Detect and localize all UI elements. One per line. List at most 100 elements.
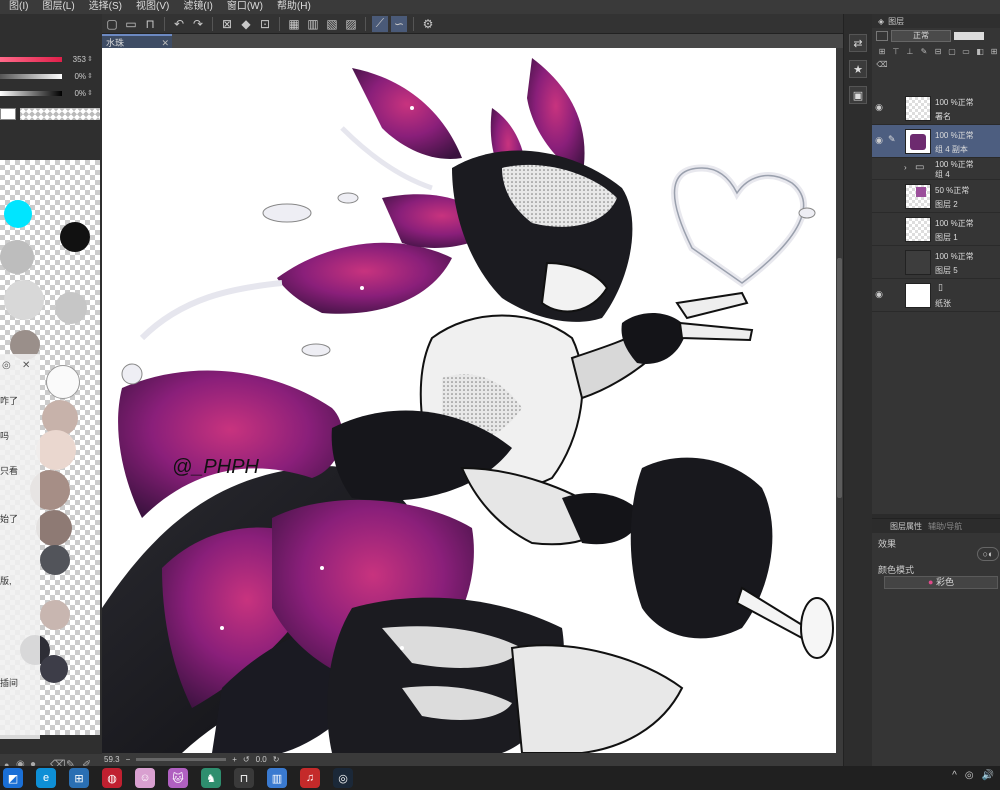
menu-view[interactable]: 视图(V) xyxy=(129,0,176,14)
spinner-icon[interactable]: ⇕ xyxy=(86,89,94,97)
color-blob-lightgray[interactable] xyxy=(4,280,44,320)
angle-value[interactable]: 0.0 xyxy=(256,755,267,764)
tab-navigator[interactable]: 辅助/导航 xyxy=(928,521,962,532)
game-icon[interactable]: ♞ xyxy=(201,768,221,788)
menu-filter[interactable]: 滤镜(I) xyxy=(176,0,219,14)
transparent-swatch[interactable] xyxy=(20,108,100,120)
open-folder-icon[interactable]: ▭ xyxy=(123,16,139,32)
color-blob-white[interactable] xyxy=(46,365,80,399)
rotate-right-icon[interactable]: ↻ xyxy=(273,755,280,764)
gear-icon[interactable]: ◎ xyxy=(2,360,11,371)
media-icon[interactable]: ◍ xyxy=(102,768,122,788)
ruler-icon[interactable]: ▥ xyxy=(305,16,321,32)
tray-expand-icon[interactable]: ^ xyxy=(952,770,957,781)
color-blob-skin-light[interactable] xyxy=(36,430,76,470)
delete-icon[interactable]: ⌫ xyxy=(876,59,888,70)
zoom-in-icon[interactable]: + xyxy=(232,755,237,764)
saturation-track[interactable] xyxy=(0,73,62,79)
eye-icon[interactable]: ◉ xyxy=(874,289,884,299)
menu-select[interactable]: 选择(S) xyxy=(82,0,129,14)
navigator-icon[interactable]: ★ xyxy=(849,60,867,78)
brightness-slider[interactable]: 0% ⇕ xyxy=(0,88,100,98)
redo-icon[interactable]: ↷ xyxy=(190,16,206,32)
layer-row-group4[interactable]: › ▭ 100 %正常 组 4 xyxy=(872,158,1000,180)
color-blob-brown[interactable] xyxy=(36,510,72,546)
music-icon[interactable]: ♫ xyxy=(300,768,320,788)
expand-icon[interactable]: › xyxy=(904,163,907,172)
lock-icon[interactable]: ⊞ xyxy=(876,46,888,57)
hue-track[interactable] xyxy=(0,56,62,62)
perspective-icon[interactable]: ▧ xyxy=(324,16,340,32)
tab-layer-properties[interactable]: 图层属性 xyxy=(890,521,922,532)
volume-icon[interactable]: 🔊 xyxy=(982,770,994,781)
drawing-canvas[interactable]: @_PHPH xyxy=(102,48,836,753)
stabilizer-icon[interactable]: ⟋ xyxy=(372,15,388,32)
layer-row-signature[interactable]: ◉ 100 %正常 署名 xyxy=(872,92,1000,125)
zoom-out-icon[interactable]: − xyxy=(126,755,131,764)
opacity-slider[interactable] xyxy=(954,32,984,40)
blend-mode-select[interactable]: 正常 xyxy=(891,30,951,42)
zoom-slider[interactable] xyxy=(136,758,227,761)
windows-start-icon[interactable]: ◩ xyxy=(3,768,23,788)
app-icon[interactable]: ⊓ xyxy=(234,768,254,788)
alpha-lock-icon[interactable]: ⊟ xyxy=(932,46,944,57)
color-blob-gray[interactable] xyxy=(0,240,34,274)
hue-slider[interactable]: 353 ⇕ xyxy=(0,54,100,64)
close-icon[interactable]: ✕ xyxy=(22,360,30,371)
draft-icon[interactable]: ✎ xyxy=(918,46,930,57)
color-mode-button[interactable]: ● 彩色 xyxy=(884,576,998,589)
steam-tray-icon[interactable]: ◎ xyxy=(965,770,974,781)
steam-icon[interactable]: ◎ xyxy=(333,768,353,788)
layer-row-group4-copy[interactable]: ◉ ✎ 100 %正常 组 4 副本 xyxy=(872,125,1000,158)
clear-icon[interactable]: ⊠ xyxy=(219,16,235,32)
new-layer-icon[interactable]: ▢ xyxy=(946,46,958,57)
fill-icon[interactable]: ◆ xyxy=(238,16,254,32)
undo-icon[interactable]: ↶ xyxy=(171,16,187,32)
saturation-slider[interactable]: 0% ⇕ xyxy=(0,71,100,81)
zoom-value[interactable]: 59.3 xyxy=(104,755,120,764)
eye-icon[interactable]: ◉ xyxy=(874,102,884,112)
spinner-icon[interactable]: ⇕ xyxy=(86,55,94,63)
app-icon[interactable]: ▥ xyxy=(267,768,287,788)
eye-icon[interactable]: ◉ xyxy=(874,135,884,145)
color-blob-skin[interactable] xyxy=(40,600,70,630)
menu-window[interactable]: 窗口(W) xyxy=(220,0,270,14)
brightness-track[interactable] xyxy=(0,90,62,96)
curve-icon[interactable]: ∽ xyxy=(391,15,407,32)
layer-transfer-icon[interactable]: ⇄ xyxy=(849,34,867,52)
transform-icon[interactable]: ⊡ xyxy=(257,16,273,32)
menu-help[interactable]: 帮助(H) xyxy=(270,0,318,14)
spinner-icon[interactable]: ⇕ xyxy=(86,72,94,80)
material-icon[interactable]: ▣ xyxy=(849,86,867,104)
vertical-scrollbar[interactable] xyxy=(836,48,843,753)
color-blob-darkgray[interactable] xyxy=(40,545,70,575)
menu-file[interactable]: 图(I) xyxy=(2,0,35,14)
cat-icon[interactable]: 🐱 xyxy=(168,768,188,788)
color-blob-gray[interactable] xyxy=(55,292,87,324)
color-blob-dark[interactable] xyxy=(40,655,68,683)
color-blob-black[interactable] xyxy=(60,222,90,252)
app-icon[interactable]: ⊞ xyxy=(69,768,89,788)
app-icon[interactable]: ☺ xyxy=(135,768,155,788)
layer-row-layer2[interactable]: 50 %正常 图层 2 xyxy=(872,180,1000,213)
layer-row-layer5[interactable]: 100 %正常 图层 5 xyxy=(872,246,1000,279)
new-folder-icon[interactable]: ▭ xyxy=(960,46,972,57)
layer-row-paper[interactable]: ◉ ▯ 纸张 xyxy=(872,279,1000,312)
merge-icon[interactable]: ⊞ xyxy=(988,46,1000,57)
grid-icon[interactable]: ▦ xyxy=(286,16,302,32)
mask-icon[interactable]: ◧ xyxy=(974,46,986,57)
effect-toggle-icon[interactable]: ○◐ xyxy=(977,547,999,561)
main-color-swatch[interactable] xyxy=(0,108,16,120)
document-tab[interactable]: 水珠 ✕ xyxy=(102,34,172,48)
menu-layer[interactable]: 图层(L) xyxy=(35,0,81,14)
snap-icon[interactable]: ▨ xyxy=(343,16,359,32)
color-blob-cyan[interactable] xyxy=(4,200,32,228)
layer-row-layer1[interactable]: 100 %正常 图层 1 xyxy=(872,213,1000,246)
settings-icon[interactable]: ⚙ xyxy=(420,16,436,32)
clip-icon[interactable]: ⊤ xyxy=(890,46,902,57)
edge-browser-icon[interactable]: e xyxy=(36,768,56,788)
rotate-left-icon[interactable]: ↺ xyxy=(243,755,250,764)
scrollbar-thumb[interactable] xyxy=(837,258,842,498)
save-icon[interactable]: ⊓ xyxy=(142,16,158,32)
layer-color-icon[interactable] xyxy=(876,31,888,41)
